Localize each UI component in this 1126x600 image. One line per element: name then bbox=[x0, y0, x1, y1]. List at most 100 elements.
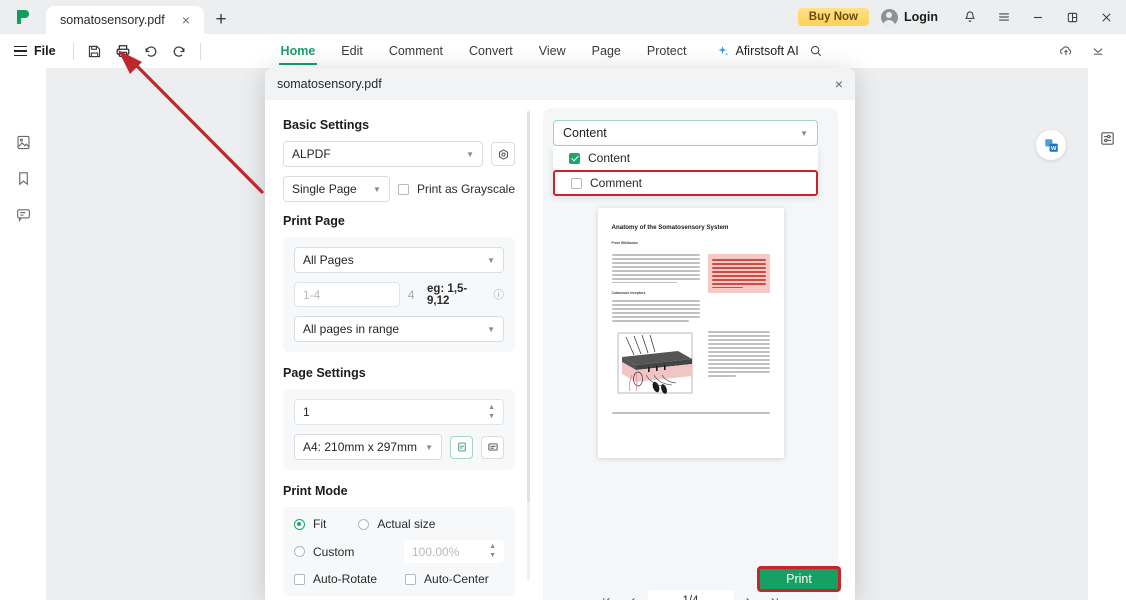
printer-select[interactable]: ALPDF ▼ bbox=[283, 141, 483, 167]
copies-stepper[interactable]: 1 ▲ ▼ bbox=[294, 399, 504, 425]
settings-scrollbar-thumb[interactable] bbox=[527, 112, 530, 502]
print-dialog-body: Basic Settings ALPDF ▼ Single Page ▼ Pri… bbox=[265, 100, 855, 600]
print-preview-panel: Content ▼ Content Comment Anatomy of the… bbox=[543, 108, 847, 600]
grayscale-checkbox[interactable] bbox=[397, 183, 409, 195]
print-page-heading: Print Page bbox=[283, 214, 345, 228]
tab-comment[interactable]: Comment bbox=[376, 38, 456, 65]
chevron-down-icon: ▼ bbox=[373, 184, 381, 194]
collapse-ribbon-icon[interactable] bbox=[1084, 38, 1112, 64]
tab-protect[interactable]: Protect bbox=[634, 38, 700, 65]
stepper-arrows-icon[interactable]: ▲ ▼ bbox=[488, 404, 495, 420]
tab-home[interactable]: Home bbox=[268, 38, 329, 65]
grayscale-label: Print as Grayscale bbox=[416, 182, 515, 196]
print-mode-card: Fit Actual size Custom 100.00% ▲ ▼ Auto-… bbox=[283, 507, 515, 596]
page-range-input[interactable]: 1-4 bbox=[294, 282, 400, 307]
landscape-icon[interactable] bbox=[481, 435, 504, 459]
comment-checkbox[interactable] bbox=[571, 177, 582, 189]
close-tab-icon[interactable]: × bbox=[178, 11, 194, 29]
actual-size-label: Actual size bbox=[377, 517, 436, 531]
prev-page-icon[interactable] bbox=[622, 590, 644, 600]
login-button[interactable]: Login bbox=[880, 8, 938, 26]
actual-size-radio[interactable] bbox=[358, 518, 370, 530]
preview-figure-caption bbox=[707, 331, 770, 403]
tab-edit[interactable]: Edit bbox=[328, 38, 376, 65]
close-icon[interactable]: × bbox=[835, 76, 843, 92]
custom-radio[interactable] bbox=[294, 546, 305, 557]
preview-doc-title: Anatomy of the Somatosensory System bbox=[611, 224, 729, 231]
portrait-icon[interactable] bbox=[450, 435, 473, 459]
file-menu-button[interactable]: File bbox=[8, 44, 66, 58]
print-scope-select[interactable]: All Pages ▼ bbox=[294, 247, 504, 273]
first-page-icon[interactable] bbox=[596, 590, 618, 600]
search-icon[interactable] bbox=[803, 38, 829, 64]
undo-icon[interactable] bbox=[137, 38, 165, 64]
comment-option-label: Comment bbox=[590, 176, 643, 190]
auto-rotate-checkbox[interactable] bbox=[294, 573, 305, 585]
content-checkbox[interactable] bbox=[569, 152, 580, 164]
document-tab-label: somatosensory.pdf bbox=[60, 13, 165, 27]
page-preview-thumbnail[interactable]: Anatomy of the Somatosensory System From… bbox=[597, 208, 784, 458]
page-subset-select[interactable]: All pages in range ▼ bbox=[294, 316, 504, 342]
layout-row: Single Page ▼ Print as Grayscale bbox=[283, 176, 515, 202]
login-label: Login bbox=[903, 10, 938, 24]
paper-size-value: A4: 210mm x 297mm bbox=[303, 440, 418, 454]
document-tab[interactable]: somatosensory.pdf × bbox=[46, 6, 204, 34]
page-layout-value: Single Page bbox=[292, 182, 357, 196]
print-button[interactable]: Print bbox=[757, 566, 841, 592]
dropdown-option-content[interactable]: Content bbox=[553, 146, 818, 170]
paper-size-row: A4: 210mm x 297mm ▼ bbox=[294, 434, 504, 460]
redo-icon[interactable] bbox=[165, 38, 193, 64]
tab-page[interactable]: Page bbox=[579, 38, 634, 65]
auto-center-label: Auto-Center bbox=[424, 572, 489, 586]
print-scope-value: All Pages bbox=[303, 253, 354, 267]
tab-view[interactable]: View bbox=[526, 38, 579, 65]
afirstsoft-ai-label: Afirstsoft AI bbox=[735, 44, 799, 58]
save-icon[interactable] bbox=[81, 38, 109, 64]
page-layout-select[interactable]: Single Page ▼ bbox=[283, 176, 390, 202]
thumbnail-icon[interactable] bbox=[0, 124, 46, 160]
comment-icon[interactable] bbox=[0, 196, 46, 232]
paper-size-select[interactable]: A4: 210mm x 297mm ▼ bbox=[294, 434, 442, 460]
afirstsoft-ai-button[interactable]: Afirstsoft AI bbox=[715, 44, 799, 59]
buy-now-button[interactable]: Buy Now bbox=[797, 8, 869, 26]
chevron-down-icon: ▼ bbox=[466, 149, 474, 159]
properties-icon[interactable] bbox=[1088, 120, 1126, 156]
print-icon[interactable] bbox=[109, 38, 137, 64]
ribbon-toolbar: File Home Edit Comment Convert View Page… bbox=[0, 34, 1126, 68]
scale-stepper-arrows-icon[interactable]: ▲ ▼ bbox=[489, 543, 496, 559]
custom-scale-input[interactable]: 100.00% ▲ ▼ bbox=[404, 540, 504, 563]
dropdown-option-comment[interactable]: Comment bbox=[553, 170, 818, 196]
copies-value: 1 bbox=[303, 405, 310, 419]
content-select[interactable]: Content ▼ bbox=[553, 120, 818, 146]
app-window: somatosensory.pdf × + Buy Now Login File… bbox=[0, 0, 1126, 600]
chevron-down-icon: ▼ bbox=[487, 255, 495, 265]
close-button[interactable] bbox=[1090, 2, 1122, 32]
page-indicator[interactable]: 1/4 bbox=[647, 590, 734, 600]
word-convert-icon[interactable]: W bbox=[1036, 130, 1066, 160]
page-subset-value: All pages in range bbox=[303, 322, 400, 336]
scope-row: All Pages ▼ bbox=[294, 247, 504, 273]
cloud-upload-icon[interactable] bbox=[1052, 38, 1080, 64]
chevron-down-icon: ▼ bbox=[487, 324, 495, 334]
app-menu-icon[interactable] bbox=[988, 2, 1020, 32]
custom-scale-value: 100.00% bbox=[412, 544, 460, 559]
print-dialog: somatosensory.pdf × Basic Settings ALPDF… bbox=[265, 68, 855, 600]
page-settings-heading: Page Settings bbox=[283, 366, 366, 380]
new-tab-button[interactable]: + bbox=[204, 6, 238, 34]
page-settings-card: 1 ▲ ▼ A4: 210mm x 297mm ▼ bbox=[283, 389, 515, 470]
minimize-button[interactable] bbox=[1022, 2, 1054, 32]
fit-radio[interactable] bbox=[294, 518, 305, 530]
printer-settings-gear-icon[interactable] bbox=[491, 142, 515, 166]
maximize-button[interactable] bbox=[1056, 2, 1088, 32]
page-range-hint: eg: 1,5-9,12 bbox=[426, 282, 468, 307]
bookmark-icon[interactable] bbox=[0, 160, 46, 196]
page-range-count: 4 bbox=[407, 287, 415, 302]
notifications-bell-icon[interactable] bbox=[954, 2, 986, 32]
right-sidebar bbox=[1088, 68, 1126, 600]
info-icon[interactable]: ⓘ bbox=[494, 287, 505, 302]
printer-select-value: ALPDF bbox=[292, 147, 331, 161]
auto-center-checkbox[interactable] bbox=[405, 573, 417, 585]
tab-convert[interactable]: Convert bbox=[456, 38, 526, 65]
preview-card: Content ▼ Content Comment Anatomy of the… bbox=[543, 108, 838, 600]
content-option-label: Content bbox=[588, 151, 631, 165]
